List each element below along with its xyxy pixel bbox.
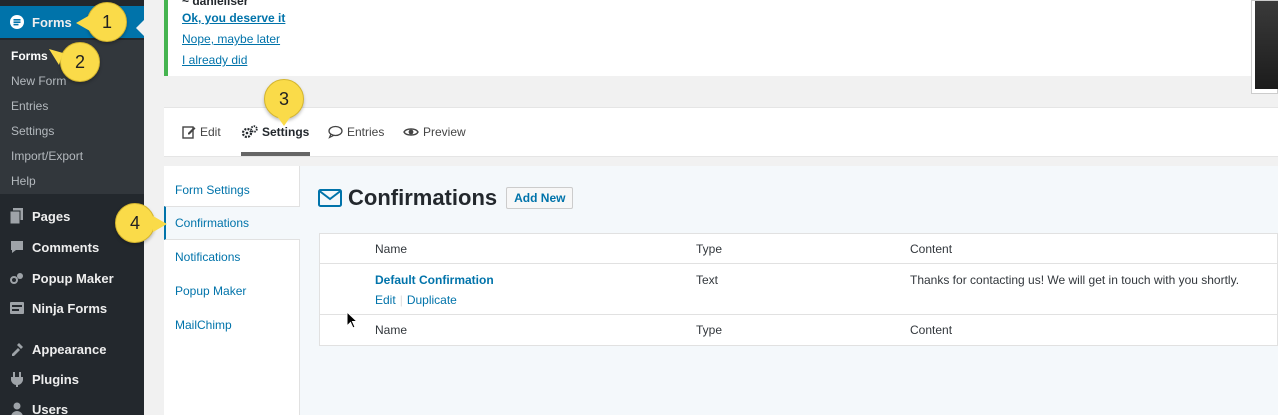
confirmation-type: Text — [696, 273, 719, 287]
active-tab-indicator — [241, 152, 310, 156]
menu-item-label: Forms — [32, 14, 72, 30]
edit-action-link[interactable]: Edit — [375, 293, 396, 307]
menu-item-users[interactable]: Users — [0, 394, 144, 415]
tab-entries[interactable]: Entries — [328, 125, 384, 139]
confirmation-content: Thanks for contacting us! We will get in… — [910, 273, 1240, 287]
confirmation-name-link[interactable]: Default Confirmation — [375, 273, 494, 287]
menu-item-label: Popup Maker — [32, 270, 114, 286]
tab-label: Entries — [347, 125, 385, 139]
notice-link-maybe-later[interactable]: Nope, maybe later — [182, 32, 280, 46]
notice-image — [1251, 0, 1278, 94]
menu-item-appearance[interactable]: Appearance — [0, 334, 144, 364]
submenu-item-help[interactable]: Help — [11, 174, 36, 188]
submenu-item-settings[interactable]: Settings — [11, 124, 54, 138]
nav-item-label: Confirmations — [175, 216, 250, 230]
column-footer-type[interactable]: Type — [696, 323, 722, 337]
tab-label: Preview — [423, 125, 466, 139]
gears-icon — [241, 125, 258, 139]
comments-icon — [8, 238, 26, 256]
confirmations-table: Name Type Content Default Confirmation T… — [319, 233, 1278, 346]
nav-item-form-settings[interactable]: Form Settings — [164, 173, 300, 207]
menu-item-popup-maker[interactable]: Popup Maker — [0, 263, 144, 293]
settings-nav: Form Settings Confirmations Notification… — [164, 166, 300, 415]
plugins-icon — [8, 370, 26, 388]
table-footer: Name Type Content — [320, 315, 1277, 345]
envelope-icon — [318, 189, 342, 207]
step-callout-3: 3 — [264, 79, 304, 126]
nav-item-label: Popup Maker — [175, 284, 247, 298]
table-header: Name Type Content — [320, 234, 1277, 264]
column-footer-content[interactable]: Content — [910, 323, 952, 337]
callout-number: 3 — [278, 88, 289, 109]
callout-number: 4 — [129, 212, 140, 233]
popup-maker-icon — [8, 269, 26, 287]
nav-item-popup-maker[interactable]: Popup Maker — [164, 274, 300, 308]
menu-item-ninja-forms[interactable]: Ninja Forms — [0, 293, 144, 323]
menu-item-label: Users — [32, 401, 69, 415]
active-menu-arrow — [136, 20, 144, 36]
eye-icon — [403, 126, 419, 138]
menu-item-label: Appearance — [32, 341, 107, 357]
nav-item-confirmations[interactable]: Confirmations — [164, 206, 300, 240]
nav-item-label: Form Settings — [175, 183, 250, 197]
menu-item-label: Pages — [32, 208, 71, 224]
page-heading: Confirmations Add New — [318, 185, 574, 211]
menu-item-label: Comments — [32, 239, 100, 255]
tab-settings[interactable]: Settings — [241, 125, 309, 139]
notice-link-already-did[interactable]: I already did — [182, 53, 247, 67]
duplicate-action-link[interactable]: Duplicate — [407, 293, 457, 307]
row-actions: Edit | Duplicate — [375, 293, 457, 307]
nav-item-notifications[interactable]: Notifications — [164, 240, 300, 274]
submenu-item-entries[interactable]: Entries — [11, 99, 48, 113]
edit-icon — [182, 125, 196, 139]
menu-item-label: Plugins — [32, 371, 79, 387]
menu-item-label: Ninja Forms — [32, 300, 108, 316]
callout-number: 2 — [74, 51, 85, 72]
submenu-item-import-export[interactable]: Import/Export — [11, 149, 83, 163]
notice-link-deserve-it[interactable]: Ok, you deserve it — [182, 11, 285, 25]
step-callout-1: 1 — [76, 2, 127, 42]
column-footer-name[interactable]: Name — [375, 323, 407, 337]
step-callout-2: 2 — [49, 42, 100, 82]
page-title: Confirmations — [348, 185, 498, 210]
nav-item-mailchimp[interactable]: MailChimp — [164, 308, 300, 342]
review-notice: ~ danieliser Ok, you deserve it Nope, ma… — [164, 0, 1278, 76]
nav-item-label: MailChimp — [175, 318, 232, 332]
action-separator: | — [399, 293, 403, 307]
callout-number: 1 — [101, 11, 112, 32]
column-header-type[interactable]: Type — [696, 242, 722, 256]
table-row: Default Confirmation Text Thanks for con… — [320, 264, 1277, 315]
submenu-item-forms[interactable]: Forms — [11, 49, 48, 63]
comment-icon — [328, 125, 343, 139]
form-tabs: Edit Settings Entries Preview — [164, 107, 1278, 157]
pages-icon — [8, 207, 26, 225]
appearance-icon — [8, 340, 26, 358]
tab-edit[interactable]: Edit — [182, 125, 221, 139]
menu-item-plugins[interactable]: Plugins — [0, 364, 144, 394]
users-icon — [8, 400, 26, 415]
forms-icon — [8, 13, 26, 31]
notice-author: ~ danieliser — [182, 0, 249, 8]
ninja-forms-icon — [8, 299, 26, 317]
step-callout-4: 4 — [115, 203, 167, 243]
mouse-cursor-icon — [346, 311, 358, 329]
column-header-content[interactable]: Content — [910, 242, 952, 256]
add-new-button[interactable]: Add New — [506, 187, 574, 209]
tab-label: Settings — [262, 125, 310, 139]
submenu-item-new-form[interactable]: New Form — [11, 74, 66, 88]
tab-label: Edit — [200, 125, 221, 139]
tab-preview[interactable]: Preview — [403, 125, 466, 139]
nav-item-label: Notifications — [175, 250, 241, 264]
column-header-name[interactable]: Name — [375, 242, 407, 256]
